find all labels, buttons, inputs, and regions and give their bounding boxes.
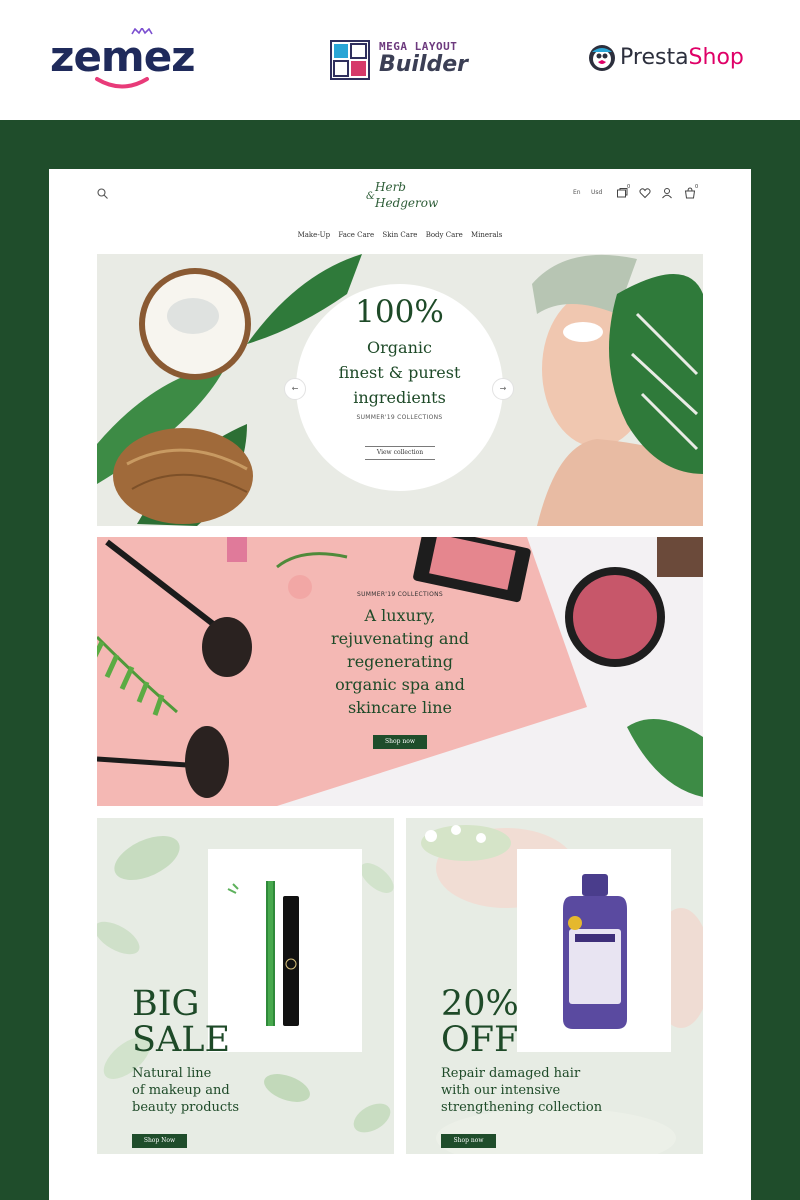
shop-logo-line1: Herb bbox=[375, 180, 406, 194]
discount-headline: 20% OFF bbox=[441, 986, 519, 1058]
discount-line2: OFF bbox=[441, 1020, 519, 1060]
spa-banner-line4: organic spa and bbox=[335, 675, 465, 694]
big-sale-text1: Natural line bbox=[132, 1066, 212, 1081]
big-sale-line1: BIG bbox=[132, 984, 200, 1024]
shampoo-bottle-illustration bbox=[563, 874, 627, 1029]
shop-now-button[interactable]: Shop now bbox=[373, 735, 427, 749]
discount-shop-now-button[interactable]: Shop now bbox=[441, 1134, 496, 1148]
slider-next-arrow-icon[interactable]: → bbox=[492, 378, 514, 400]
spa-banner-subtitle: SUMMER'19 COLLECTIONS bbox=[356, 591, 444, 598]
view-collection-button[interactable]: View collection bbox=[365, 446, 435, 460]
big-sale-line2: SALE bbox=[132, 1020, 231, 1060]
zemez-wordmark: zemez bbox=[50, 32, 196, 81]
heart-icon[interactable] bbox=[639, 187, 651, 199]
smile-icon bbox=[95, 77, 149, 89]
spa-banner-line5: skincare line bbox=[347, 698, 453, 717]
spa-banner-artwork bbox=[97, 537, 703, 806]
grid-logo-icon bbox=[330, 40, 370, 80]
discount-description: Repair damaged hair with our intensive s… bbox=[441, 1065, 602, 1116]
brand-strip: zemez MEGA LAYOUT Builder PrestaShop bbox=[0, 0, 800, 120]
nav-item-skin-care[interactable]: Skin Care bbox=[382, 229, 417, 241]
nav-item-make-up[interactable]: Make-Up bbox=[298, 229, 330, 241]
search-icon[interactable] bbox=[97, 188, 108, 199]
shop-logo-amp: & bbox=[366, 191, 375, 202]
discount-text3: strengthening collection bbox=[441, 1100, 603, 1115]
mega-layout-builder-logo[interactable]: MEGA LAYOUT Builder bbox=[330, 40, 480, 82]
big-sale-text2: of makeup and bbox=[132, 1083, 230, 1098]
hero-percent: 100% bbox=[355, 294, 444, 330]
spa-banner-line1: A luxury, bbox=[364, 606, 436, 625]
slider-prev-arrow-icon[interactable]: ← bbox=[284, 378, 306, 400]
prestashop-wordmark: PrestaShop bbox=[620, 45, 744, 70]
hero-slider: 100% Organic finest & purest ingredients… bbox=[97, 254, 703, 526]
spa-banner-line2: rejuvenating and bbox=[331, 629, 469, 648]
mlb-bottom-text: Builder bbox=[379, 52, 469, 77]
nav-item-face-care[interactable]: Face Care bbox=[338, 229, 374, 241]
prestashop-word-a: Presta bbox=[620, 45, 689, 70]
discount-text2: with our intensive bbox=[441, 1083, 561, 1098]
puffin-icon bbox=[589, 45, 615, 71]
shampoo-product-image[interactable] bbox=[517, 849, 671, 1052]
user-icon[interactable] bbox=[661, 187, 673, 199]
big-sale-promo: BIG SALE Natural line of makeup and beau… bbox=[97, 818, 394, 1154]
discount-line1: 20% bbox=[441, 984, 519, 1024]
compare-count: 0 bbox=[627, 184, 631, 190]
hero-headline-line3: ingredients bbox=[353, 388, 446, 407]
big-sale-description: Natural line of makeup and beauty produc… bbox=[132, 1065, 239, 1116]
spa-banner: SUMMER'19 COLLECTIONS A luxury, rejuvena… bbox=[97, 537, 703, 806]
hero-subtitle: SUMMER'19 COLLECTIONS bbox=[356, 414, 443, 421]
prestashop-word-b: Shop bbox=[688, 45, 744, 70]
mascara-illustration bbox=[227, 881, 299, 1026]
discount-text1: Repair damaged hair bbox=[441, 1066, 581, 1081]
hero-headline-line2: finest & purest bbox=[338, 363, 461, 382]
shop-logo-line2: Hedgerow bbox=[375, 196, 439, 210]
nav-item-body-care[interactable]: Body Care bbox=[426, 229, 463, 241]
cart-count: 0 bbox=[695, 184, 699, 190]
currency-selector[interactable]: Usd bbox=[591, 187, 602, 199]
prestashop-logo[interactable]: PrestaShop bbox=[588, 44, 758, 76]
discount-promo: 20% OFF Repair damaged hair with our int… bbox=[406, 818, 703, 1154]
main-nav: Make-Up Face Care Skin Care Body Care Mi… bbox=[49, 229, 751, 241]
zemez-logo[interactable]: zemez bbox=[50, 28, 200, 90]
big-sale-headline: BIG SALE bbox=[132, 986, 230, 1058]
big-sale-shop-now-button[interactable]: Shop Now bbox=[132, 1134, 187, 1148]
shop-preview: Herb & Hedgerow En Usd 0 0 Make-Up Face … bbox=[49, 169, 751, 1200]
nav-item-minerals[interactable]: Minerals bbox=[471, 229, 502, 241]
shop-logo[interactable]: Herb & Hedgerow bbox=[365, 179, 439, 215]
spa-banner-line3: regenerating bbox=[347, 652, 453, 671]
big-sale-text3: beauty products bbox=[132, 1100, 240, 1115]
hero-headline-line1: Organic bbox=[367, 338, 432, 357]
language-selector[interactable]: En bbox=[573, 187, 581, 199]
mascara-product-image[interactable] bbox=[208, 849, 362, 1052]
